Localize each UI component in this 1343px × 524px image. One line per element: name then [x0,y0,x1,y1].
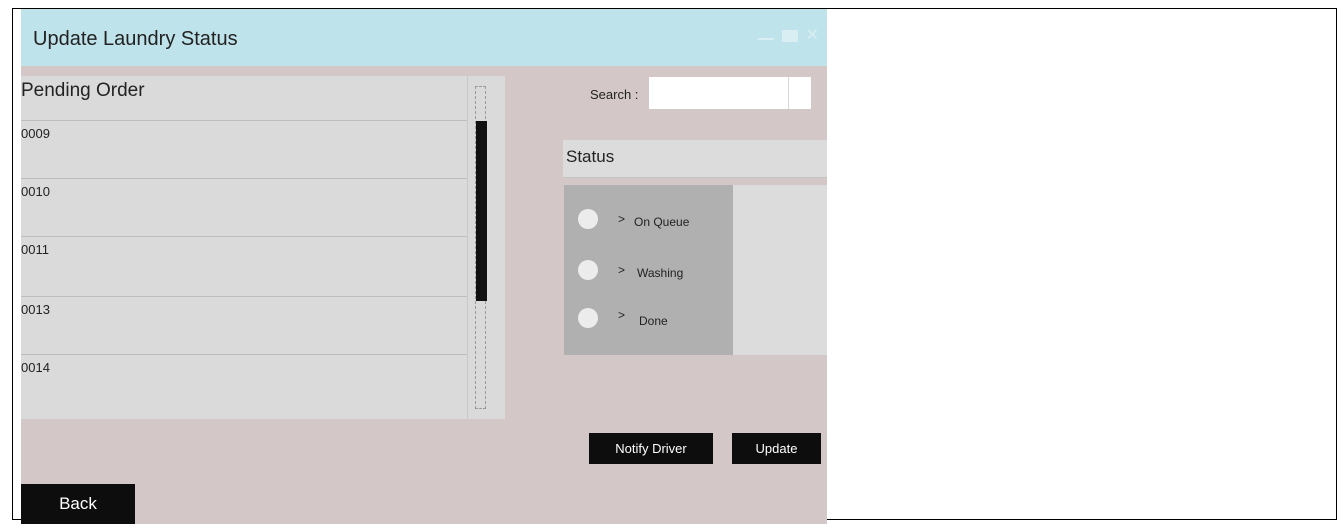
status-header: Status [563,140,827,178]
pending-order-list: Pending Order 0009 0010 0011 0013 0014 [21,76,467,419]
scrollbar-thumb[interactable] [476,121,487,301]
back-button[interactable]: Back [21,484,135,524]
title-bar: Update Laundry Status ✕ [21,9,827,66]
status-option-label: Washing [637,266,684,280]
status-option-on-queue[interactable]: > On Queue [578,209,728,233]
order-list-scrollbar[interactable] [467,76,505,419]
order-row[interactable]: 0013 [21,296,467,354]
status-option-label: On Queue [634,215,690,229]
status-option-washing[interactable]: > Washing [578,260,728,284]
minimize-icon[interactable] [757,38,774,40]
close-icon[interactable]: ✕ [806,28,819,44]
status-option-done[interactable]: > Done [578,308,728,332]
update-button[interactable]: Update [732,433,821,464]
order-id: 0009 [21,126,50,141]
order-row[interactable]: 0011 [21,236,467,294]
status-panel-blank [733,185,827,355]
order-id: 0010 [21,184,50,199]
maximize-icon[interactable] [781,30,798,42]
app-window: Update Laundry Status ✕ Pending Order 00… [21,9,827,524]
chevron-right-icon: > [618,263,626,277]
window-title: Update Laundry Status [33,28,238,50]
status-options-panel: > On Queue > Washing > Done [564,185,733,355]
chevron-right-icon: > [618,212,626,226]
radio-button[interactable] [578,209,598,229]
order-id: 0013 [21,302,50,317]
status-title: Status [566,147,615,166]
order-row[interactable]: 0010 [21,178,467,236]
chevron-right-icon: > [618,308,626,322]
notify-driver-button[interactable]: Notify Driver [589,433,713,464]
order-row[interactable]: 0014 [21,354,467,419]
search-label: Search : [590,87,639,102]
window-controls: ✕ [757,28,819,44]
search-input[interactable] [649,77,811,109]
status-option-label: Done [639,314,668,328]
order-row[interactable]: 0009 [21,120,467,178]
search-button[interactable] [788,77,811,109]
radio-button[interactable] [578,260,598,280]
radio-button[interactable] [578,308,598,328]
order-id: 0014 [21,360,50,375]
order-id: 0011 [21,242,49,257]
pending-order-title: Pending Order [21,80,145,101]
